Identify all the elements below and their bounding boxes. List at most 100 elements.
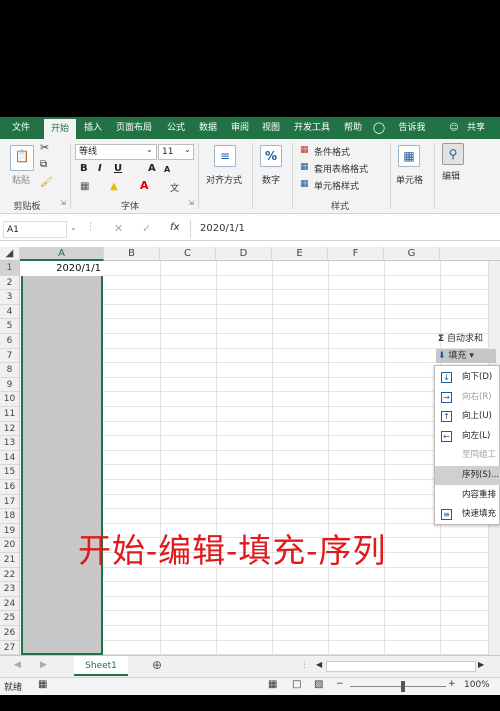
alignment-icon[interactable]: ≡ xyxy=(214,145,236,167)
row-header[interactable]: 27 xyxy=(0,640,20,655)
col-header-d[interactable]: D xyxy=(216,247,272,261)
row-header[interactable]: 12 xyxy=(0,421,20,437)
underline-button[interactable]: U xyxy=(114,163,122,174)
fill-menu-item[interactable]: 内容重排 xyxy=(435,486,500,505)
clipboard-launcher-icon[interactable]: ⇲ xyxy=(60,199,66,207)
tab-data[interactable]: 数据 xyxy=(194,117,222,139)
fill-menu-item[interactable]: ↑ 向上(U) xyxy=(435,407,500,426)
zoom-slider[interactable] xyxy=(350,686,446,687)
row-header[interactable]: 7 xyxy=(0,348,20,364)
number-label[interactable]: 数字 xyxy=(262,173,280,186)
phonetic-icon[interactable]: 文 xyxy=(170,181,179,194)
row-header[interactable]: 17 xyxy=(0,494,20,510)
font-launcher-icon[interactable]: ⇲ xyxy=(188,199,194,207)
cells-icon[interactable]: ▦ xyxy=(398,145,420,167)
fill-menu-item[interactable]: ↓ 向下(D) xyxy=(435,368,500,387)
row-header[interactable]: 25 xyxy=(0,611,20,626)
share-button[interactable]: 共享 xyxy=(462,117,490,139)
formula-input[interactable]: 2020/1/1 xyxy=(200,223,245,234)
insert-function-icon[interactable]: fx xyxy=(170,222,179,233)
selected-column-range[interactable] xyxy=(21,261,103,655)
autosum-button[interactable]: Σ 自动求和 xyxy=(438,331,483,344)
tab-review[interactable]: 审阅 xyxy=(226,117,254,139)
col-header-a[interactable]: A xyxy=(20,247,104,261)
tab-home[interactable]: 开始 xyxy=(44,119,76,139)
row-header[interactable]: 23 xyxy=(0,582,20,597)
cells-label[interactable]: 单元格 xyxy=(396,173,423,186)
row-header[interactable]: 11 xyxy=(0,407,20,422)
normal-view-icon[interactable]: ▦ xyxy=(268,679,277,690)
tab-view[interactable]: 视图 xyxy=(257,117,285,139)
row-header[interactable]: 6 xyxy=(0,334,20,349)
hscroll-left-icon[interactable]: ◀ xyxy=(316,660,322,669)
format-painter-icon[interactable]: 🖌 xyxy=(40,177,53,188)
tab-formulas[interactable]: 公式 xyxy=(162,117,190,139)
border-icon[interactable]: ▦ xyxy=(80,181,89,192)
macro-record-icon[interactable]: ▦ xyxy=(38,679,47,690)
font-name-select[interactable]: 等线 xyxy=(75,144,157,160)
zoom-out-icon[interactable]: − xyxy=(336,679,344,689)
confirm-icon[interactable]: ✓ xyxy=(142,222,151,235)
tab-help[interactable]: 帮助 xyxy=(340,117,366,139)
scroll-right-icon[interactable]: ▶ xyxy=(40,660,47,670)
alignment-label[interactable]: 对齐方式 xyxy=(206,173,242,186)
copy-icon[interactable]: ⧉ xyxy=(40,159,47,170)
fill-button[interactable]: ⬇ 填充 ▾ xyxy=(436,349,496,363)
row-header[interactable]: 3 xyxy=(0,290,20,305)
col-header-g[interactable]: G xyxy=(384,247,440,261)
table-format-button[interactable]: 套用表格格式 xyxy=(314,162,368,175)
row-header[interactable]: 14 xyxy=(0,450,20,466)
horizontal-scrollbar[interactable] xyxy=(326,661,476,672)
add-sheet-icon[interactable]: ⊕ xyxy=(152,658,162,672)
chevron-down-icon[interactable]: ⌄ xyxy=(146,145,153,154)
search-icon[interactable]: ⚲ xyxy=(442,143,464,165)
bold-button[interactable]: B xyxy=(80,163,88,174)
row-header[interactable]: 19 xyxy=(0,523,20,539)
cancel-icon[interactable]: ✕ xyxy=(114,222,123,235)
row-header[interactable]: 4 xyxy=(0,304,20,320)
cell-style-button[interactable]: 单元格样式 xyxy=(314,179,359,192)
col-header-e[interactable]: E xyxy=(272,247,328,261)
editing-label[interactable]: 编辑 xyxy=(442,169,460,182)
fill-menu-item[interactable]: 序列(S)... xyxy=(435,466,500,485)
page-break-view-icon[interactable]: ▧ xyxy=(314,679,323,690)
chevron-down-icon[interactable]: ⌄ xyxy=(184,145,191,154)
tab-insert[interactable]: 插入 xyxy=(80,117,106,139)
tell-me-search[interactable]: 告诉我 xyxy=(392,117,432,139)
zoom-slider-thumb[interactable] xyxy=(401,681,405,692)
page-layout-view-icon[interactable]: □ xyxy=(292,679,301,690)
cut-icon[interactable]: ✂ xyxy=(40,141,49,154)
zoom-level[interactable]: 100% xyxy=(464,680,490,690)
row-header[interactable]: 26 xyxy=(0,626,20,641)
row-header[interactable]: 1 xyxy=(0,261,20,276)
zoom-in-icon[interactable]: + xyxy=(448,679,456,689)
font-shrink-button[interactable]: A xyxy=(164,165,170,174)
row-header[interactable]: 18 xyxy=(0,509,20,524)
lightbulb-icon[interactable]: ◯ xyxy=(372,117,386,139)
tab-developer[interactable]: 开发工具 xyxy=(290,117,334,139)
row-header[interactable]: 9 xyxy=(0,377,20,393)
col-header-f[interactable]: F xyxy=(328,247,384,261)
italic-button[interactable]: I xyxy=(98,163,102,174)
row-header[interactable]: 16 xyxy=(0,480,20,495)
font-color-icon[interactable]: A xyxy=(140,179,149,192)
row-header[interactable]: 8 xyxy=(0,363,20,378)
tab-page-layout[interactable]: 页面布局 xyxy=(112,117,156,139)
scroll-left-icon[interactable]: ◀ xyxy=(14,660,21,670)
fill-menu-item[interactable]: → 向右(R) xyxy=(435,388,500,407)
fill-menu-item[interactable]: 至同组工 xyxy=(435,446,500,465)
row-header[interactable]: 21 xyxy=(0,553,20,568)
row-header[interactable]: 5 xyxy=(0,319,20,334)
sheet-tab-sheet1[interactable]: Sheet1 xyxy=(74,656,128,676)
font-grow-button[interactable]: A xyxy=(148,163,156,174)
row-header[interactable]: 2 xyxy=(0,275,20,291)
col-header-c[interactable]: C xyxy=(160,247,216,261)
chevron-down-icon[interactable]: ⌄ xyxy=(70,223,77,232)
tab-file[interactable]: 文件 xyxy=(6,117,36,139)
col-header-b[interactable]: B xyxy=(104,247,160,261)
row-header[interactable]: 15 xyxy=(0,465,20,480)
select-all-corner[interactable]: ◢ xyxy=(0,247,20,261)
fill-menu-item[interactable]: ← 向左(L) xyxy=(435,427,500,446)
name-box[interactable]: A1 xyxy=(3,221,67,238)
row-header[interactable]: 13 xyxy=(0,436,20,451)
